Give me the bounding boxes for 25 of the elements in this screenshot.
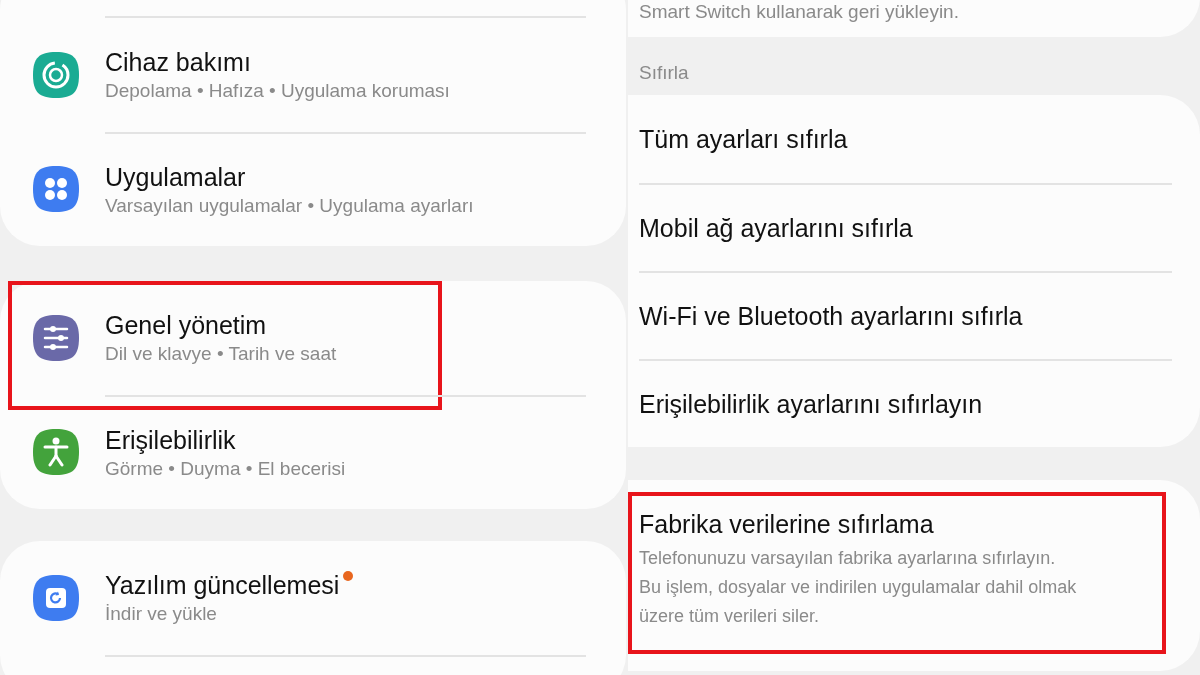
section-header: Sıfırla <box>638 61 690 85</box>
setting-title[interactable]: Fabrika verilerine sıfırlama <box>639 508 1170 540</box>
setting-subtitle: Varsayılan uygulamalar • Uygulama ayarları <box>105 194 475 218</box>
setting-description: Smart Switch kullanarak geri yükleyin. <box>638 0 960 24</box>
setting-title[interactable]: Cihaz bakımı <box>105 48 251 76</box>
setting-subtitle: Görme • Duyma • El becerisi <box>105 457 347 481</box>
four-dots-icon <box>33 166 79 212</box>
setting-title[interactable]: Erişilebilirlik ayarlarını sıfırlayın <box>639 388 983 420</box>
setting-title[interactable]: Wi-Fi ve Bluetooth ayarlarını sıfırla <box>639 300 1023 332</box>
sliders-icon <box>33 315 79 361</box>
description-line: Bu işlem, dosyalar ve indirilen uygulamalar dahil olmak <box>639 576 1078 599</box>
setting-subtitle: İndir ve yükle <box>105 602 218 626</box>
setting-subtitle: Dil ve klavye • Tarih ve saat <box>105 342 338 366</box>
setting-title[interactable]: Yazılım güncellemesi <box>105 571 340 599</box>
circular-arrows-icon <box>33 52 79 98</box>
setting-subtitle: Depolama • Hafıza • Uygulama koruması <box>105 79 451 103</box>
setting-title[interactable]: Tüm ayarları sıfırla <box>639 123 848 155</box>
setting-title[interactable]: Genel yönetim <box>105 311 267 339</box>
description-line: üzere tüm verileri siler. <box>639 605 821 628</box>
description-line: Telefonunuzu varsayılan fabrika ayarlarına sıfırlayın. <box>639 547 1057 570</box>
refresh-icon <box>33 575 79 621</box>
setting-title[interactable]: Uygulamalar <box>105 163 246 191</box>
setting-title[interactable]: Mobil ağ ayarlarını sıfırla <box>639 212 913 244</box>
setting-title[interactable]: Erişilebilirlik <box>105 426 236 454</box>
person-icon <box>33 429 79 475</box>
